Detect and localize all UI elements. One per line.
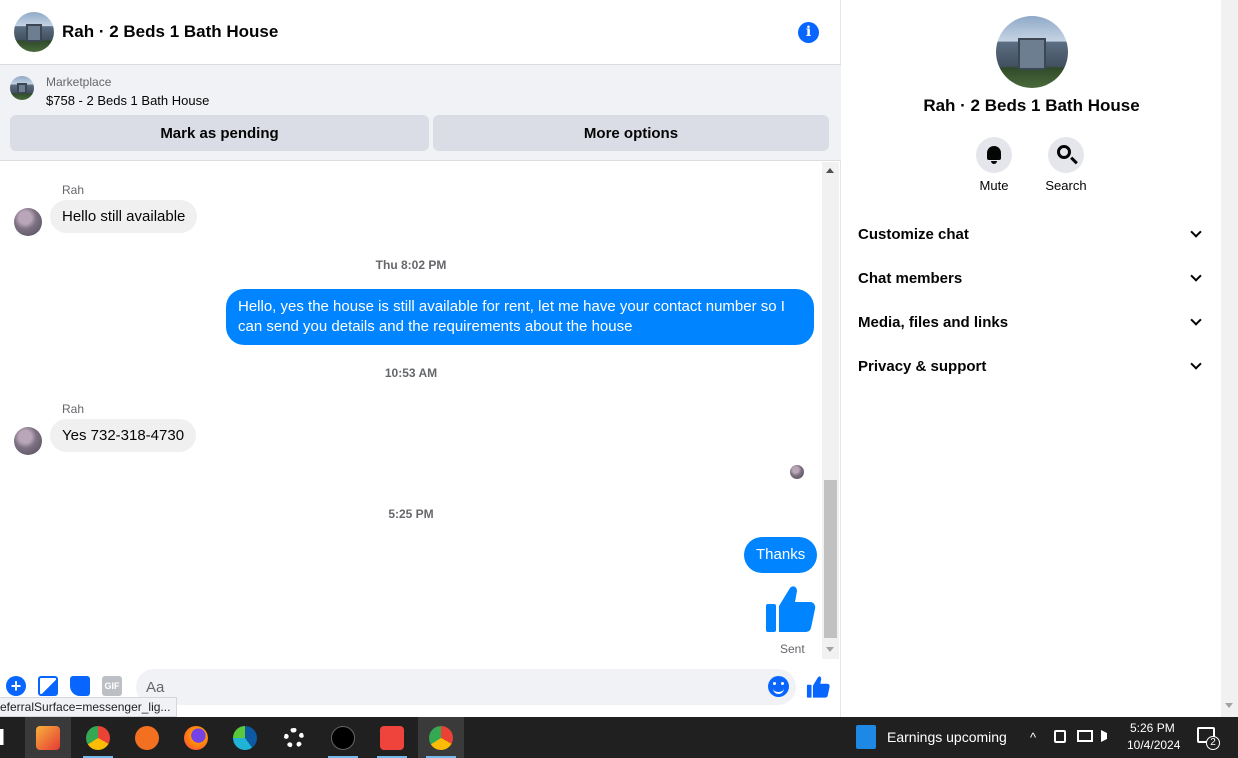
paint-icon	[36, 725, 60, 750]
conversation-details-panel: Rah · 2 Beds 1 Bath House Mute Search Cu…	[842, 0, 1221, 717]
link-status-bar: eferralSurface=messenger_lig...	[0, 697, 178, 717]
taskbar-app-chrome-profile[interactable]	[418, 717, 464, 758]
chevron-down-icon	[1190, 226, 1202, 238]
info-icon[interactable]: i	[798, 22, 819, 43]
read-receipt-avatar	[790, 465, 804, 479]
search-label: Search	[1045, 178, 1087, 193]
more-options-button[interactable]: More options	[433, 115, 829, 151]
mark-as-pending-button[interactable]: Mark as pending	[10, 115, 429, 151]
taskbar-app-edge[interactable]	[222, 717, 268, 758]
message-scrollbar[interactable]	[822, 162, 839, 659]
bell-icon	[987, 146, 1001, 164]
avast-icon	[135, 725, 159, 750]
section-customize-chat[interactable]: Customize chat	[858, 220, 1206, 248]
taskbar-app-settings[interactable]	[271, 717, 317, 758]
anydesk-icon	[380, 725, 404, 750]
scroll-up-icon[interactable]	[826, 168, 834, 173]
section-media-files-links[interactable]: Media, files and links	[858, 308, 1206, 336]
chrome-icon	[429, 725, 453, 750]
timestamp: 5:25 PM	[388, 507, 434, 521]
sender-avatar[interactable]	[14, 208, 42, 236]
sender-name: Rah	[62, 183, 85, 197]
clock-time[interactable]: 5:26 PM	[1130, 721, 1175, 735]
section-privacy-support[interactable]: Privacy & support	[858, 352, 1206, 380]
chat-header: Rah · 2 Beds 1 Bath House i	[0, 0, 841, 65]
profile-avatar[interactable]	[996, 16, 1068, 88]
chevron-down-icon	[1190, 358, 1202, 370]
taskbar-app-avast[interactable]	[124, 717, 170, 758]
listing-thumbnail[interactable]	[10, 76, 34, 100]
section-label: Chat members	[858, 269, 963, 287]
sticker-icon[interactable]	[70, 676, 90, 696]
conversation-title[interactable]: Rah · 2 Beds 1 Bath House	[62, 22, 278, 42]
edge-icon	[233, 725, 257, 750]
start-button[interactable]	[0, 729, 8, 745]
emoji-icon[interactable]	[768, 676, 789, 697]
screen: Rah · 2 Beds 1 Bath House i Marketplace …	[0, 0, 1238, 758]
gear-icon	[284, 727, 304, 748]
gif-icon[interactable]: GIF	[102, 676, 122, 696]
clock-date[interactable]: 10/4/2024	[1127, 738, 1180, 752]
firefox-icon	[184, 725, 208, 750]
profile-name: Rah · 2 Beds 1 Bath House	[923, 96, 1140, 115]
like-icon[interactable]	[806, 675, 830, 699]
listing-title[interactable]: $758 - 2 Beds 1 Bath House	[46, 93, 209, 108]
window-scrollbar[interactable]	[1221, 0, 1238, 717]
sender-avatar[interactable]	[14, 427, 42, 455]
scrollbar-thumb[interactable]	[824, 480, 837, 638]
taskbar-app-firefox[interactable]	[173, 717, 219, 758]
taskbar-app-anydesk[interactable]	[369, 717, 415, 758]
chat-app-icon	[331, 725, 355, 750]
message-bubble-outgoing[interactable]: Hello, yes the house is still available …	[226, 289, 814, 345]
section-label: Customize chat	[858, 225, 969, 243]
search-button[interactable]	[1048, 137, 1084, 173]
taskbar-app-paint[interactable]	[25, 717, 71, 758]
message-bubble-incoming[interactable]: Yes 732-318-4730	[50, 419, 197, 452]
message-bubble-incoming[interactable]: Hello still available	[50, 200, 198, 233]
chrome-icon	[86, 725, 110, 750]
marketplace-banner: Marketplace $758 - 2 Beds 1 Bath House M…	[0, 65, 841, 161]
mute-button[interactable]	[976, 137, 1012, 173]
meet-now-icon[interactable]	[1054, 730, 1066, 743]
section-label: Media, files and links	[858, 313, 1009, 331]
news-widget-icon[interactable]	[856, 725, 876, 749]
network-icon[interactable]	[1077, 730, 1093, 742]
message-bubble-outgoing[interactable]: Thanks	[744, 537, 818, 573]
conversation-avatar[interactable]	[14, 12, 54, 52]
message-input[interactable]	[136, 669, 796, 705]
section-label: Privacy & support	[858, 357, 987, 375]
marketplace-label: Marketplace	[46, 75, 112, 89]
message-list: Rah Hello still available Thu 8:02 PM He…	[0, 162, 822, 659]
plus-icon[interactable]: +	[6, 676, 26, 696]
scroll-down-icon[interactable]	[1225, 703, 1233, 708]
chevron-down-icon	[1190, 314, 1202, 326]
chevron-down-icon	[1190, 270, 1202, 282]
thumbs-up-icon[interactable]	[764, 584, 816, 634]
timestamp: 10:53 AM	[384, 366, 438, 380]
sender-name: Rah	[62, 402, 85, 416]
news-widget-label[interactable]: Earnings upcoming	[887, 729, 1007, 745]
delivery-status: Sent	[780, 642, 805, 656]
section-chat-members[interactable]: Chat members	[858, 264, 1206, 292]
chevron-up-icon[interactable]: ^	[1030, 730, 1036, 745]
chat-pane: Rah · 2 Beds 1 Bath House i Marketplace …	[0, 0, 841, 717]
taskbar-app-textnow[interactable]	[320, 717, 366, 758]
mute-label: Mute	[979, 178, 1009, 193]
notification-count-badge: 2	[1206, 736, 1220, 750]
volume-muted-icon[interactable]	[1101, 730, 1113, 742]
timestamp: Thu 8:02 PM	[375, 258, 447, 272]
taskbar-app-chrome[interactable]	[75, 717, 121, 758]
taskbar: Earnings upcoming ^ 5:26 PM 10/4/2024 2	[0, 717, 1238, 758]
photo-icon[interactable]	[38, 676, 58, 696]
scroll-down-icon[interactable]	[826, 647, 834, 652]
search-icon	[1057, 145, 1071, 159]
